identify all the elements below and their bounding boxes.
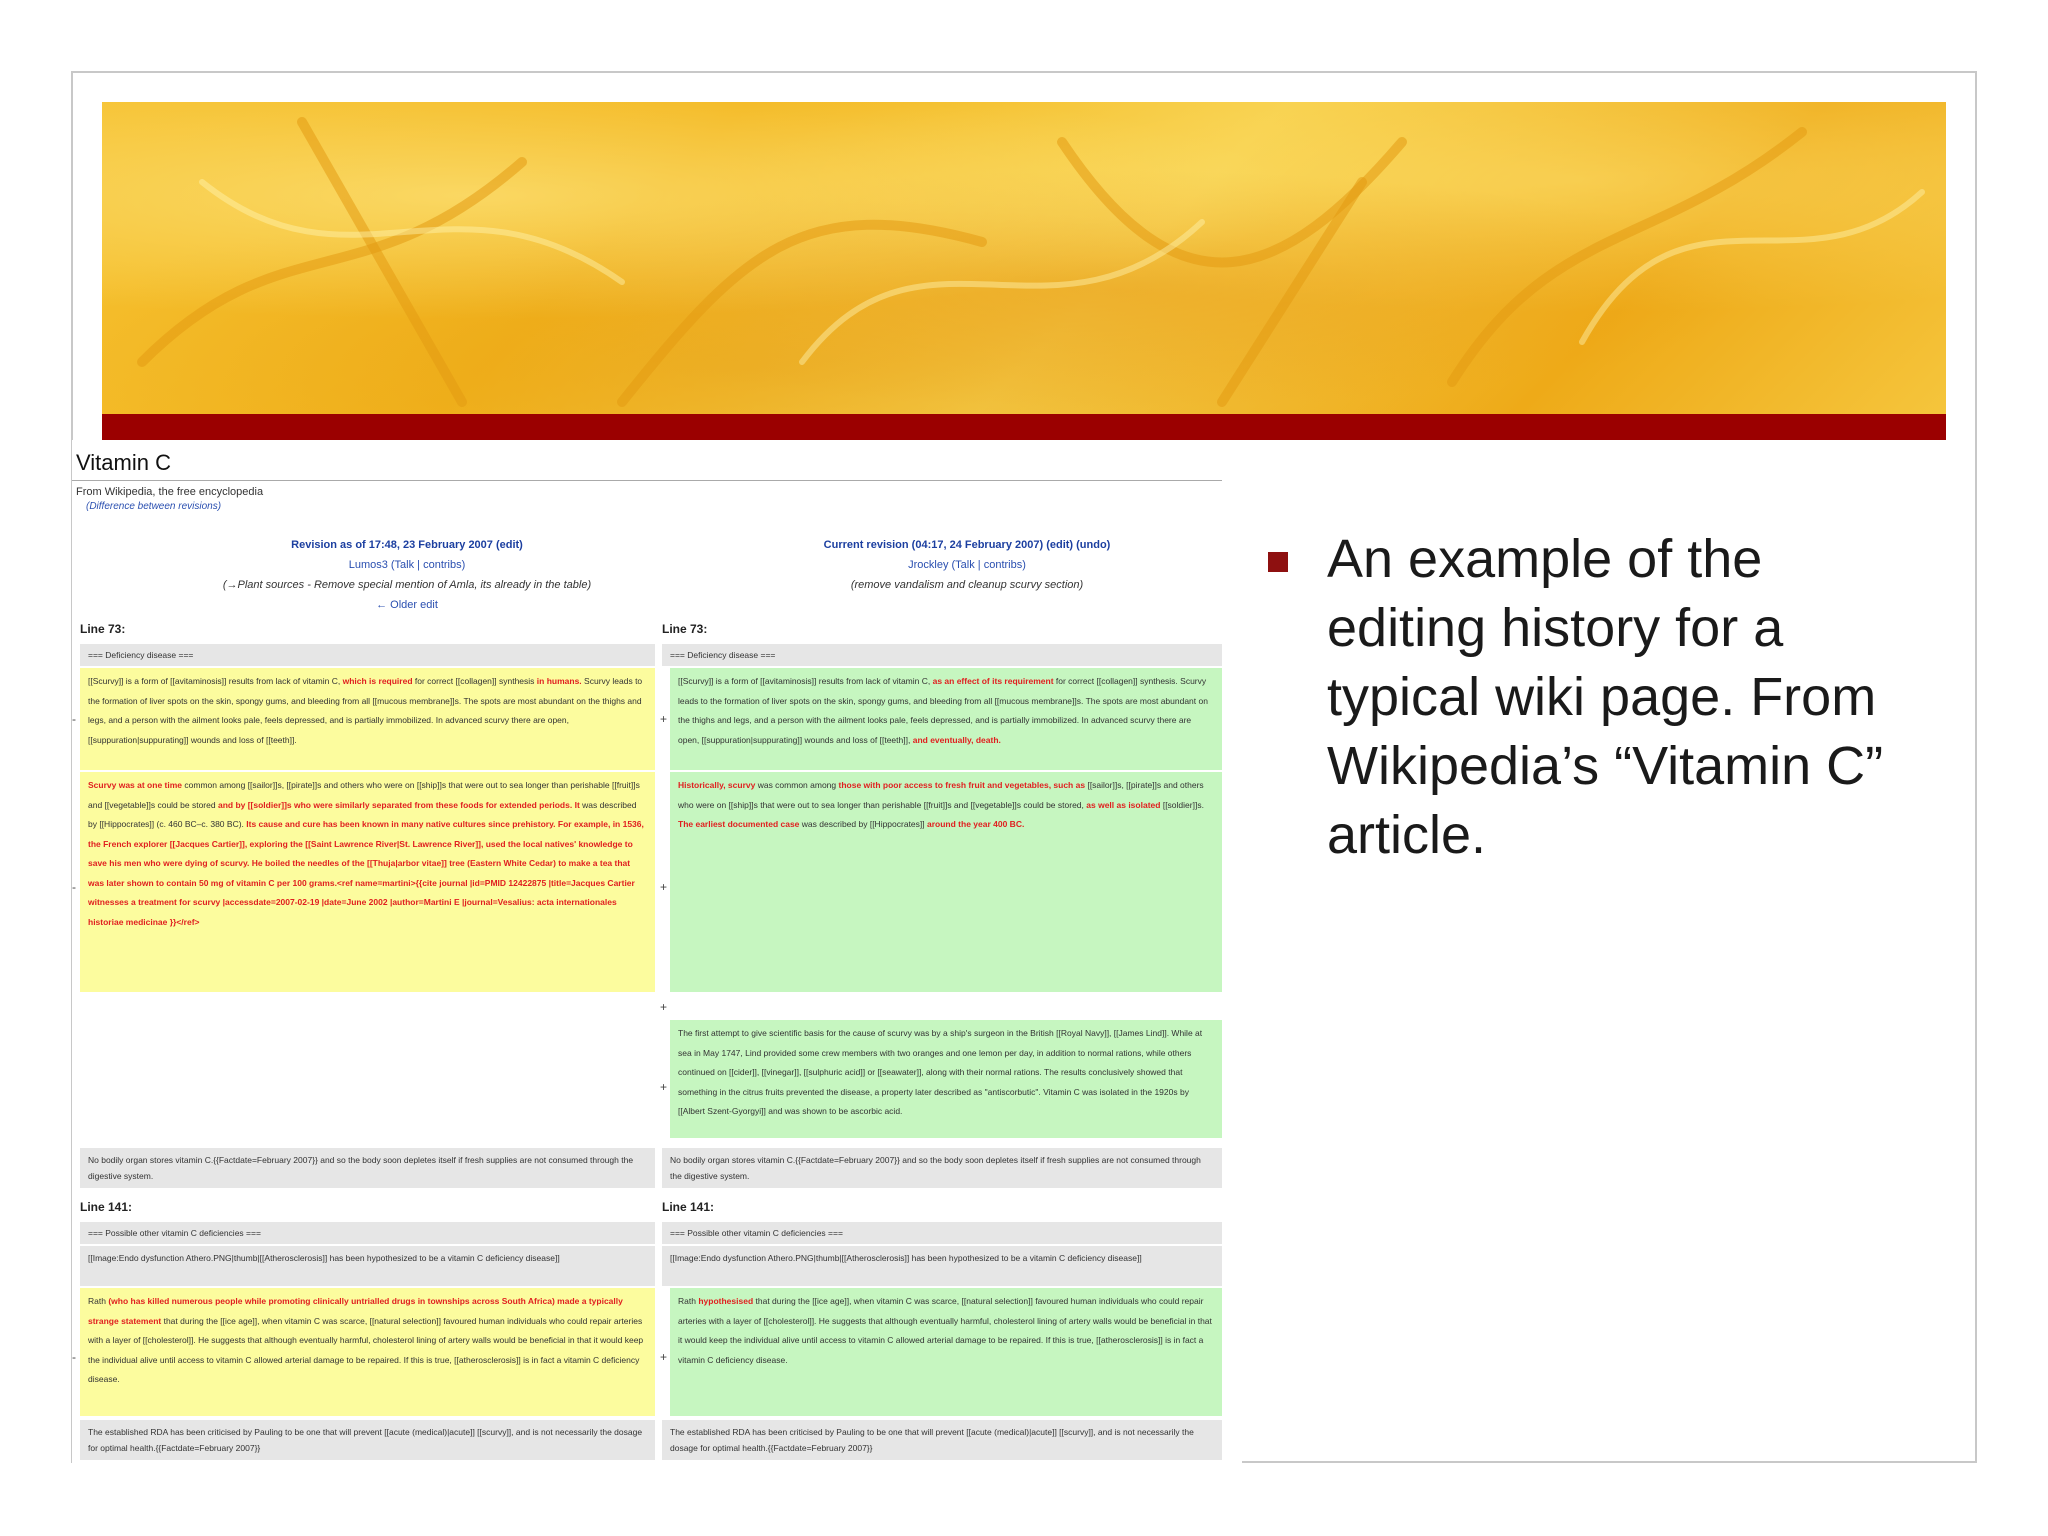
- older-edit-link[interactable]: ← Older edit: [127, 595, 687, 615]
- wiki-article-title: Vitamin C: [76, 450, 171, 475]
- left-revision-user[interactable]: Lumos3 (Talk | contribs): [127, 555, 687, 575]
- right-added-paragraph-4: Rath hypothesised that during the [[ice …: [670, 1288, 1222, 1416]
- right-context-paragraph: No bodily organ stores vitamin C.{{Factd…: [662, 1148, 1222, 1188]
- left-deleted-paragraph-2: Scurvy was at one time common among [[sa…: [80, 772, 655, 992]
- right-line-label: Line 73:: [662, 622, 708, 636]
- diff-note: (Difference between revisions): [86, 501, 222, 512]
- title-divider: [72, 480, 1222, 481]
- left-line-label-141: Line 141:: [80, 1200, 133, 1214]
- left-line-label: Line 73:: [80, 622, 126, 636]
- right-revision-comment: (remove vandalism and cleanup scurvy sec…: [850, 579, 1084, 591]
- right-added-paragraph-1: [[Scurvy]] is a form of [[avitaminosis]]…: [670, 668, 1222, 770]
- right-heading-context-2: === Possible other vitamin C deficiencie…: [662, 1222, 1222, 1244]
- left-revision-comment: (→Plant sources - Remove special mention…: [222, 579, 592, 591]
- wiki-diff-screenshot: Vitamin C From Wikipedia, the free encyc…: [72, 440, 1242, 1465]
- right-heading-context: === Deficiency disease ===: [662, 644, 1222, 666]
- added-marker: +: [660, 1080, 668, 1094]
- right-added-paragraph-3: The first attempt to give scientific bas…: [670, 1020, 1222, 1138]
- removed-marker: -: [72, 712, 76, 726]
- right-revision-title[interactable]: Current revision (04:17, 24 February 200…: [687, 535, 1242, 555]
- left-deleted-paragraph-1: [[Scurvy]] is a form of [[avitaminosis]]…: [80, 668, 655, 770]
- right-revision-user[interactable]: Jrockley (Talk | contribs): [687, 555, 1242, 575]
- slide-bullet-text: An example of the editing history for a …: [1327, 529, 1884, 865]
- added-marker: +: [660, 1000, 668, 1014]
- removed-marker: -: [72, 1350, 76, 1364]
- banner-stripe: [102, 414, 1946, 440]
- decorative-banner: [102, 102, 1946, 414]
- added-marker: +: [660, 712, 668, 726]
- right-added-paragraph-2: Historically, scurvy was common among th…: [670, 772, 1222, 992]
- right-rda-context: The established RDA has been criticised …: [662, 1420, 1222, 1460]
- wiki-tagline: From Wikipedia, the free encyclopedia: [76, 486, 264, 498]
- left-deleted-paragraph-4: Rath (who has killed numerous people whi…: [80, 1288, 655, 1416]
- right-revision-header: Current revision (04:17, 24 February 200…: [687, 535, 1242, 595]
- left-revision-header: Revision as of 17:48, 23 February 2007 (…: [127, 535, 687, 615]
- left-image-context: [[Image:Endo dysfunction Athero.PNG|thum…: [80, 1246, 655, 1286]
- right-line-label-141: Line 141:: [662, 1200, 715, 1214]
- removed-marker: -: [72, 880, 76, 894]
- bullet-marker: [1268, 552, 1288, 572]
- left-heading-context: === Deficiency disease ===: [80, 644, 655, 666]
- left-context-paragraph: No bodily organ stores vitamin C.{{Factd…: [80, 1148, 655, 1188]
- added-marker: +: [660, 880, 668, 894]
- left-revision-title[interactable]: Revision as of 17:48, 23 February 2007 (…: [127, 535, 687, 555]
- banner-texture: [137, 117, 1925, 407]
- added-marker: +: [660, 1350, 668, 1364]
- left-rda-context: The established RDA has been criticised …: [80, 1420, 655, 1460]
- left-heading-context-2: === Possible other vitamin C deficiencie…: [80, 1222, 655, 1244]
- right-image-context: [[Image:Endo dysfunction Athero.PNG|thum…: [662, 1246, 1222, 1286]
